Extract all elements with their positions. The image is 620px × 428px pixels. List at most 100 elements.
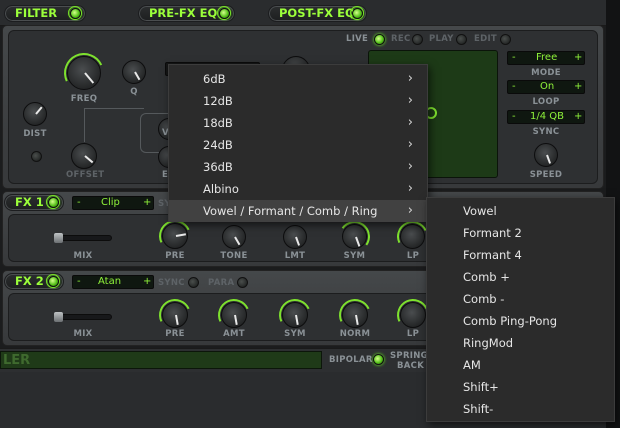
offset-knob[interactable] (71, 143, 97, 169)
mode-selector[interactable]: - Free + (507, 51, 585, 65)
chevron-right-icon: › (407, 115, 413, 130)
fx1-type-plus[interactable]: + (143, 197, 151, 209)
filter-type-menu: 6dB › 12dB › 18dB › 24dB › 36dB › Albino › Vow… (168, 64, 428, 222)
play-label: PLAY (429, 34, 454, 44)
submenu-item-label: Formant 4 (463, 248, 522, 262)
bottom-display[interactable]: LER (0, 351, 322, 369)
submenu-item-am[interactable]: AM (427, 354, 614, 376)
submenu-item-comb-ping-pong[interactable]: Comb Ping-Pong (427, 310, 614, 332)
fx1-pre-label: PRE (165, 251, 185, 261)
fx1-type-minus[interactable]: - (77, 197, 81, 209)
menu-item-24db[interactable]: 24dB › (169, 134, 427, 156)
mode-minus[interactable]: - (512, 52, 516, 64)
mode-plus[interactable]: + (574, 52, 582, 64)
fx2-norm-label: NORM (339, 329, 371, 339)
menu-item-vowel-formant-comb-ring-label: Vowel / Formant / Comb / Ring (203, 204, 378, 218)
speed-label: SPEED (529, 170, 563, 180)
fx1-sym-knob[interactable] (336, 218, 373, 255)
fx1-pre-knob[interactable] (154, 215, 196, 257)
fx2-para-label: PARA (208, 278, 235, 288)
fx1-mix-slider[interactable] (54, 233, 112, 243)
menu-item-36db[interactable]: 36dB › (169, 156, 427, 178)
submenu-item-shift-plus[interactable]: Shift+ (427, 376, 614, 398)
live-label: LIVE (346, 34, 369, 44)
tab-pre-fx-eq-label: PRE-FX EQ (149, 6, 218, 20)
live-led[interactable] (374, 34, 385, 45)
rec-label: REC (391, 34, 411, 44)
bottom-display-text: LER (3, 353, 31, 368)
fx2-mix-slider[interactable] (54, 312, 112, 322)
loop-minus[interactable]: - (512, 81, 516, 93)
pre-fx-eq-power-led-dot (218, 7, 230, 19)
menu-item-vowel-formant-comb-ring[interactable]: Vowel / Formant / Comb / Ring › (169, 200, 427, 222)
loop-plus[interactable]: + (574, 81, 582, 93)
chevron-right-icon: › (407, 203, 413, 218)
menu-item-6db-label: 6dB (203, 72, 226, 86)
edit-led[interactable] (500, 34, 511, 45)
rec-led[interactable] (412, 34, 423, 45)
fx2-title-label: FX 2 (15, 274, 44, 288)
fx2-type-selector[interactable]: - Atan + (72, 275, 154, 289)
fx2-amt-knob[interactable] (213, 294, 255, 336)
submenu-item-formant-2[interactable]: Formant 2 (427, 222, 614, 244)
vowel-submenu: Vowel Formant 2 Formant 4 Comb + Comb - … (426, 197, 615, 422)
fx2-norm-knob[interactable] (334, 294, 376, 336)
fx2-type-plus[interactable]: + (143, 276, 151, 288)
fx2-amt-label: AMT (223, 329, 245, 339)
submenu-item-label: Shift+ (463, 380, 499, 394)
fx2-sync-label: SYNC (158, 278, 185, 288)
filter-mod-led[interactable] (31, 151, 42, 162)
menu-item-6db[interactable]: 6dB › (169, 68, 427, 90)
filter-power-led-dot (69, 7, 81, 19)
fx1-lmt-knob[interactable] (283, 225, 307, 249)
fx2-pre-knob[interactable] (154, 294, 196, 336)
fx2-type-minus[interactable]: - (77, 276, 81, 288)
submenu-item-vowel[interactable]: Vowel (427, 200, 614, 222)
sync-plus[interactable]: + (574, 111, 582, 123)
sync-value: 1/4 QB (530, 111, 565, 122)
fx2-lp-knob[interactable] (392, 294, 434, 336)
submenu-item-comb-plus[interactable]: Comb + (427, 266, 614, 288)
play-led[interactable] (456, 34, 467, 45)
fx1-power-led-dot (47, 196, 59, 208)
bipolar-label: BIPOLAR (329, 355, 373, 365)
menu-item-12db[interactable]: 12dB › (169, 90, 427, 112)
sync-minus[interactable]: - (512, 111, 516, 123)
fx2-mix-label: MIX (73, 329, 93, 339)
loop-value: On (540, 81, 555, 92)
fx2-sync-led[interactable] (188, 277, 199, 288)
submenu-item-shift-minus[interactable]: Shift- (427, 398, 614, 420)
filter-routing-line (84, 108, 144, 142)
menu-item-18db-label: 18dB (203, 116, 233, 130)
submenu-item-label: Shift- (463, 402, 494, 416)
q-knob[interactable] (122, 60, 146, 84)
fx2-power-led-dot (47, 275, 59, 287)
bipolar-led[interactable] (373, 354, 384, 365)
fx1-tone-label: TONE (220, 251, 248, 261)
loop-selector[interactable]: - On + (507, 80, 585, 94)
edit-label: EDIT (474, 34, 498, 44)
submenu-item-label: Comb + (463, 270, 510, 284)
fx1-lp-label: LP (406, 251, 420, 261)
menu-item-18db[interactable]: 18dB › (169, 112, 427, 134)
chevron-right-icon: › (407, 93, 413, 108)
fx1-lp-knob[interactable] (392, 216, 433, 257)
fx2-sym-knob[interactable] (274, 294, 316, 336)
fx1-type-value: Clip (101, 197, 120, 208)
fx1-type-selector[interactable]: - Clip + (72, 196, 154, 210)
fx1-tone-knob[interactable] (222, 225, 246, 249)
fx1-mix-label: MIX (73, 251, 93, 261)
freq-label: FREQ (70, 94, 98, 104)
fx1-title-label: FX 1 (15, 195, 44, 209)
sync-selector[interactable]: - 1/4 QB + (507, 110, 585, 124)
speed-knob[interactable] (534, 143, 558, 167)
submenu-item-formant-4[interactable]: Formant 4 (427, 244, 614, 266)
fx2-para-led[interactable] (237, 277, 248, 288)
menu-item-36db-label: 36dB (203, 160, 233, 174)
submenu-item-ringmod[interactable]: RingMod (427, 332, 614, 354)
submenu-item-comb-minus[interactable]: Comb - (427, 288, 614, 310)
dist-knob[interactable] (23, 102, 47, 126)
menu-item-albino[interactable]: Albino › (169, 178, 427, 200)
menu-item-12db-label: 12dB (203, 94, 233, 108)
freq-knob[interactable] (58, 47, 110, 99)
